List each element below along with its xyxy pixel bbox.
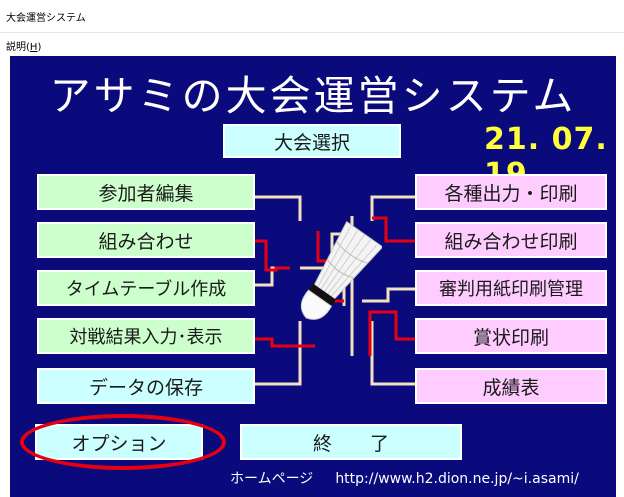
grades-button[interactable]: 成績表 [415, 368, 607, 404]
menu-help[interactable]: 説明(H) [6, 38, 41, 53]
participants-button[interactable]: 参加者編集 [37, 174, 255, 210]
outputs-button[interactable]: 各種出力・印刷 [415, 174, 607, 210]
results-button[interactable]: 対戦結果入力･表示 [37, 318, 255, 354]
homepage-footer: ホームページ http://www.h2.dion.ne.jp/~i.asami/ [230, 468, 579, 488]
menu-help-close: ) [37, 42, 42, 53]
window-title: 大会運営システム [6, 13, 86, 24]
select-tournament-button[interactable]: 大会選択 [223, 124, 401, 158]
main-panel: アサミの大会運営システム 大会選択 21. 07. 参加者編集 組み合わせ タイ… [10, 56, 616, 497]
exit-button[interactable]: 終 了 [240, 424, 462, 460]
menu-help-label: 説明( [6, 42, 30, 53]
pairings-button[interactable]: 組み合わせ [37, 222, 255, 258]
homepage-url[interactable]: http://www.h2.dion.ne.jp/~i.asami/ [335, 471, 579, 487]
print-pairings-button[interactable]: 組み合わせ印刷 [415, 222, 607, 258]
homepage-label: ホームページ [230, 471, 314, 487]
save-data-button[interactable]: データの保存 [37, 368, 255, 404]
referee-sheets-button[interactable]: 審判用紙印刷管理 [415, 270, 607, 306]
menubar: 説明(H) [0, 33, 624, 53]
award-print-button[interactable]: 賞状印刷 [415, 318, 607, 354]
window-titlebar: 大会運営システム [0, 0, 624, 33]
options-button[interactable]: オプション [35, 424, 203, 460]
shuttlecock-image [300, 220, 382, 320]
timetable-button[interactable]: タイムテーブル作成 [37, 270, 255, 306]
